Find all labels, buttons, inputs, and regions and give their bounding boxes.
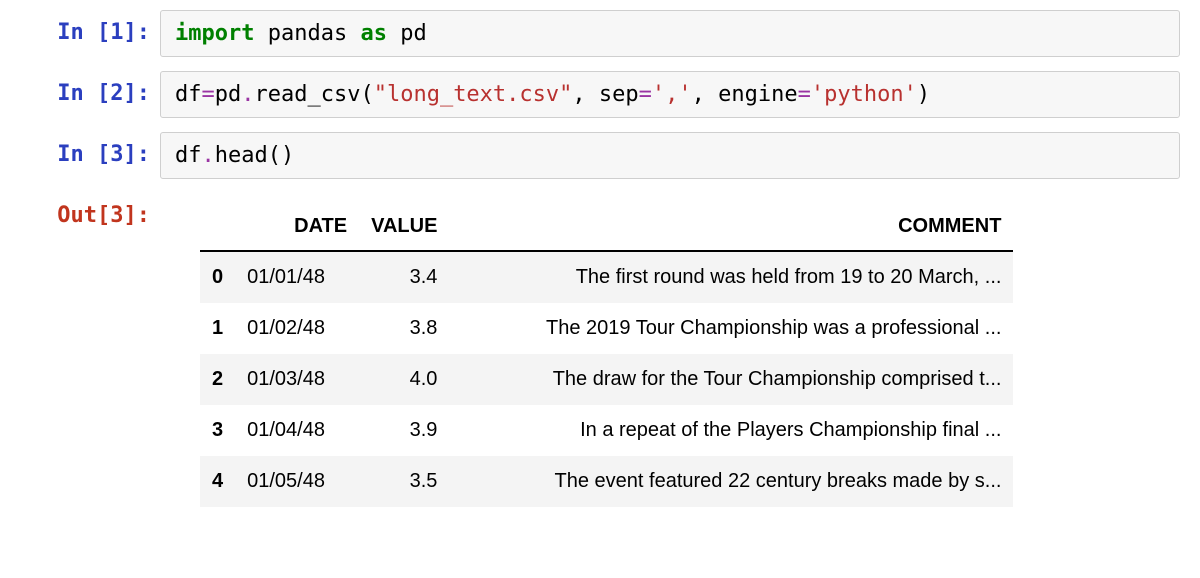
code-input-1[interactable]: import pandas as pd	[160, 10, 1180, 57]
table-row: 1 01/02/48 3.8 The 2019 Tour Championshi…	[200, 303, 1013, 354]
row-index: 1	[200, 303, 235, 354]
operator: .	[202, 143, 215, 168]
string-literal: "long_text.csv"	[374, 82, 573, 107]
paren-open: (	[268, 143, 281, 168]
operator: =	[202, 82, 215, 107]
cell-comment: The event featured 22 century breaks mad…	[449, 456, 1013, 507]
output-cell-3: Out[3]: DATE VALUE COMMENT 0 01/01/48 3.…	[20, 193, 1180, 507]
code-token: sep	[586, 82, 639, 107]
paren-close: )	[281, 143, 294, 168]
cell-date: 01/05/48	[235, 456, 359, 507]
keyword-as: as	[360, 21, 387, 46]
cell-comment: The 2019 Tour Championship was a profess…	[449, 303, 1013, 354]
code-cell-3: In [3]: df.head()	[20, 132, 1180, 179]
row-index: 0	[200, 251, 235, 303]
code-token: pd	[215, 82, 242, 107]
cell-comment: The first round was held from 19 to 20 M…	[449, 251, 1013, 303]
output-area: DATE VALUE COMMENT 0 01/01/48 3.4 The fi…	[160, 193, 1180, 507]
cell-date: 01/03/48	[235, 354, 359, 405]
column-header-date: DATE	[235, 203, 359, 251]
keyword-import: import	[175, 21, 254, 46]
cell-comment: In a repeat of the Players Championship …	[449, 405, 1013, 456]
code-cell-1: In [1]: import pandas as pd	[20, 10, 1180, 57]
cell-value: 3.4	[359, 251, 449, 303]
cell-value: 3.5	[359, 456, 449, 507]
code-token: df	[175, 143, 202, 168]
cell-date: 01/02/48	[235, 303, 359, 354]
table-row: 0 01/01/48 3.4 The first round was held …	[200, 251, 1013, 303]
table-row: 4 01/05/48 3.5 The event featured 22 cen…	[200, 456, 1013, 507]
table-header-row: DATE VALUE COMMENT	[200, 203, 1013, 251]
table-corner	[200, 203, 235, 251]
code-token: pandas	[268, 21, 347, 46]
row-index: 2	[200, 354, 235, 405]
code-cell-2: In [2]: df=pd.read_csv("long_text.csv", …	[20, 71, 1180, 118]
cell-value: 3.8	[359, 303, 449, 354]
code-token: ,	[692, 82, 705, 107]
cell-date: 01/04/48	[235, 405, 359, 456]
code-token: df	[175, 82, 202, 107]
column-header-value: VALUE	[359, 203, 449, 251]
cell-date: 01/01/48	[235, 251, 359, 303]
code-token: engine	[705, 82, 798, 107]
code-token: head	[215, 143, 268, 168]
row-index: 3	[200, 405, 235, 456]
cell-comment: The draw for the Tour Championship compr…	[449, 354, 1013, 405]
string-literal: ','	[652, 82, 692, 107]
in-prompt-1: In [1]:	[20, 10, 160, 57]
cell-value: 4.0	[359, 354, 449, 405]
string-literal: 'python'	[811, 82, 917, 107]
code-token: ,	[572, 82, 585, 107]
dataframe-table: DATE VALUE COMMENT 0 01/01/48 3.4 The fi…	[200, 203, 1013, 507]
out-prompt-3: Out[3]:	[20, 193, 160, 507]
code-input-2[interactable]: df=pd.read_csv("long_text.csv", sep=',',…	[160, 71, 1180, 118]
code-token: pd	[400, 21, 427, 46]
row-index: 4	[200, 456, 235, 507]
table-row: 3 01/04/48 3.9 In a repeat of the Player…	[200, 405, 1013, 456]
code-input-3[interactable]: df.head()	[160, 132, 1180, 179]
column-header-comment: COMMENT	[449, 203, 1013, 251]
operator: =	[798, 82, 811, 107]
paren-close: )	[917, 82, 930, 107]
code-token: read_csv	[255, 82, 361, 107]
paren-open: (	[360, 82, 373, 107]
table-row: 2 01/03/48 4.0 The draw for the Tour Cha…	[200, 354, 1013, 405]
operator: .	[241, 82, 254, 107]
in-prompt-2: In [2]:	[20, 71, 160, 118]
in-prompt-3: In [3]:	[20, 132, 160, 179]
operator: =	[639, 82, 652, 107]
cell-value: 3.9	[359, 405, 449, 456]
